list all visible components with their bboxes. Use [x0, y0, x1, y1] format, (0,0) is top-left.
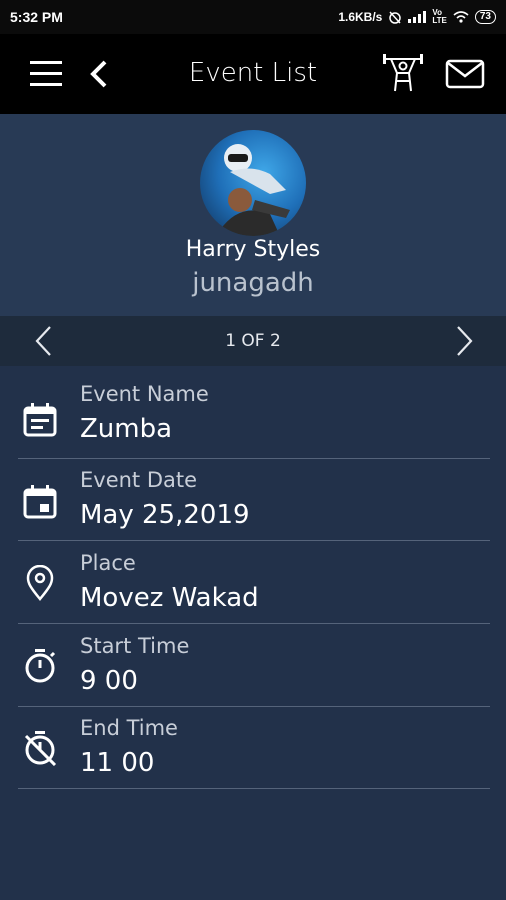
profile-name: Harry Styles [185, 237, 321, 262]
place-label: Place [80, 551, 136, 575]
event-name-row: Event Name Zumba [18, 376, 490, 459]
volte-icon: Vo LTE [432, 8, 447, 25]
end-time-row: End Time 11 00 [18, 706, 490, 789]
status-time: 5:32 PM [10, 9, 63, 25]
event-name-value: Zumba [80, 414, 173, 444]
alarm-off-icon [389, 11, 402, 24]
signal-icon [408, 11, 427, 23]
status-icons: 1.6KB/s Vo LTE 73 [338, 9, 496, 25]
next-event-button[interactable] [452, 324, 478, 358]
wifi-icon [453, 11, 469, 23]
battery-indicator: 73 [474, 10, 496, 24]
end-time-value: 11 00 [80, 748, 155, 778]
end-time-label: End Time [80, 716, 178, 740]
start-time-row: Start Time 9 00 [18, 624, 490, 707]
mail-icon[interactable] [444, 56, 486, 92]
event-pager: 1 OF 2 [0, 316, 506, 366]
start-time-value: 9 00 [80, 666, 138, 696]
start-time-label: Start Time [80, 634, 190, 658]
pager-label: 1 OF 2 [225, 331, 281, 351]
avatar [200, 130, 306, 236]
network-speed: 1.6KB/s [338, 10, 383, 24]
calendar-icon [23, 485, 57, 519]
profile-city: junagadh [192, 268, 314, 298]
timer-icon [25, 649, 56, 683]
timer-off-icon [24, 731, 57, 766]
app-bar: Event List [0, 34, 506, 114]
event-note-icon [23, 403, 57, 437]
event-name-label: Event Name [80, 382, 209, 406]
place-row: Place Movez Wakad [18, 541, 490, 624]
status-bar: 5:32 PM 1.6KB/s Vo LTE 73 [0, 0, 506, 34]
place-value: Movez Wakad [80, 583, 259, 613]
location-pin-icon [26, 565, 54, 601]
page-title: Event List [188, 58, 318, 88]
event-date-value: May 25,2019 [80, 500, 250, 530]
weightlift-icon[interactable] [380, 52, 426, 96]
event-date-row: Event Date May 25,2019 [18, 458, 490, 541]
event-date-label: Event Date [80, 468, 198, 492]
